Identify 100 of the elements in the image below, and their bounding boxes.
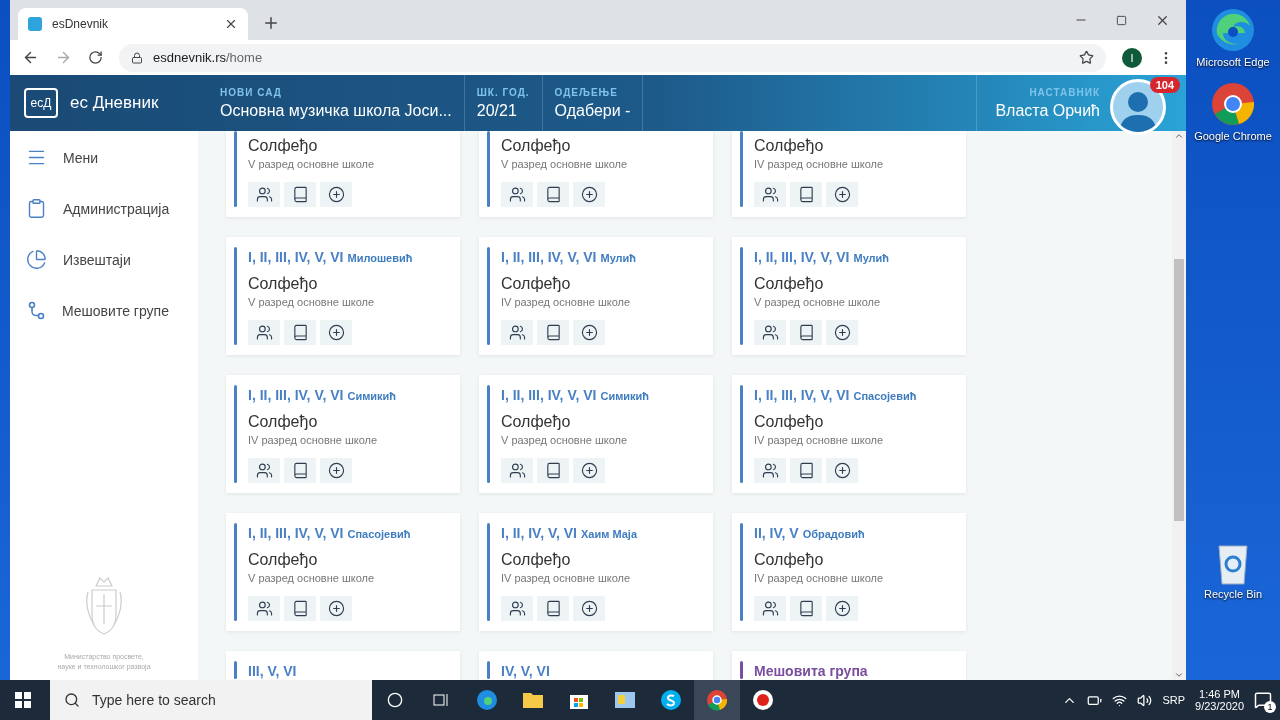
scroll-down-icon[interactable] xyxy=(1174,670,1184,680)
volume-icon[interactable] xyxy=(1137,692,1153,708)
subject-name: Солфеђо xyxy=(501,137,572,155)
gradebook-button[interactable] xyxy=(284,458,316,483)
add-button[interactable] xyxy=(826,182,858,207)
students-button[interactable] xyxy=(501,182,533,207)
students-button[interactable] xyxy=(754,458,786,483)
plus-circle-icon xyxy=(327,462,345,479)
book-icon xyxy=(544,462,562,479)
desktop-icon-label[interactable]: Google Chrome xyxy=(1194,130,1272,142)
students-button[interactable] xyxy=(754,320,786,345)
add-button[interactable] xyxy=(573,182,605,207)
students-button[interactable] xyxy=(501,458,533,483)
gradebook-button[interactable] xyxy=(790,320,822,345)
card-title: I, II, III, IV, V, VI xyxy=(248,249,344,265)
gradebook-button[interactable] xyxy=(537,182,569,207)
students-button[interactable] xyxy=(248,458,280,483)
gradebook-button[interactable] xyxy=(284,182,316,207)
new-tab-icon[interactable] xyxy=(262,14,280,32)
sidebar-item[interactable]: Администрација xyxy=(26,183,198,234)
add-button[interactable] xyxy=(573,458,605,483)
header-value: 20/21 xyxy=(476,101,518,120)
subject-name: Солфеђо xyxy=(248,413,319,431)
back-icon[interactable] xyxy=(22,49,39,66)
gradebook-button[interactable] xyxy=(284,596,316,621)
profile-avatar[interactable]: I xyxy=(1122,47,1142,68)
plus-circle-icon xyxy=(327,324,345,341)
subject-name: Солфеђо xyxy=(248,137,319,155)
subject-name: Солфеђо xyxy=(248,551,319,569)
grade-text: V разред основне школе xyxy=(501,158,629,170)
scroll-up-icon[interactable] xyxy=(1174,131,1184,141)
people-icon xyxy=(508,324,526,341)
header-label: НОВИ САД xyxy=(220,86,283,98)
grade-text: IV разред основне школе xyxy=(248,434,379,446)
gradebook-button[interactable] xyxy=(537,458,569,483)
taskbar-search-field[interactable]: Type here to search xyxy=(50,680,372,720)
book-icon xyxy=(797,600,815,617)
students-button[interactable] xyxy=(248,182,280,207)
teacher-name: Спасојевић xyxy=(853,390,917,402)
maximize-icon[interactable] xyxy=(1116,14,1127,26)
book-icon xyxy=(544,186,562,203)
subject-name: Солфеђо xyxy=(501,275,572,293)
plus-circle-icon xyxy=(327,186,345,203)
add-button[interactable] xyxy=(826,458,858,483)
students-button[interactable] xyxy=(501,320,533,345)
sidebar-item[interactable]: Мешовите групе xyxy=(26,285,198,336)
subject-name: Солфеђо xyxy=(501,413,572,431)
people-icon xyxy=(761,462,779,479)
gradebook-button[interactable] xyxy=(790,458,822,483)
gradebook-button[interactable] xyxy=(537,320,569,345)
desktop-icon-label[interactable]: Microsoft Edge xyxy=(1196,56,1270,68)
add-button[interactable] xyxy=(573,596,605,621)
notification-count: 1 xyxy=(1264,701,1276,713)
gradebook-button[interactable] xyxy=(790,596,822,621)
add-button[interactable] xyxy=(320,320,352,345)
bookmark-star-icon[interactable] xyxy=(1079,50,1094,65)
book-icon xyxy=(291,462,309,479)
students-button[interactable] xyxy=(754,182,786,207)
logo: есД xyxy=(24,88,58,118)
add-button[interactable] xyxy=(826,320,858,345)
add-button[interactable] xyxy=(573,320,605,345)
students-button[interactable] xyxy=(754,596,786,621)
gradebook-button[interactable] xyxy=(790,182,822,207)
scrollbar-thumb[interactable] xyxy=(1174,259,1184,521)
reload-icon[interactable] xyxy=(88,50,103,65)
students-button[interactable] xyxy=(501,596,533,621)
sidebar-item[interactable]: Извештаји xyxy=(26,234,198,285)
address-bar[interactable]: esdnevnik.rs/home xyxy=(119,43,1106,72)
brand-name: ес Дневник xyxy=(70,93,159,113)
card-title: I, II, III, IV, V, VI xyxy=(754,387,850,403)
grade-text: IV разред основне школе xyxy=(754,572,885,584)
chrome-taskbar-icon[interactable] xyxy=(694,680,740,720)
students-button[interactable] xyxy=(248,320,280,345)
teacher-name: Спасојевић xyxy=(347,528,411,540)
book-icon xyxy=(544,324,562,341)
clock-date[interactable]: 9/23/2020 xyxy=(1195,700,1244,712)
gradebook-button[interactable] xyxy=(537,596,569,621)
people-icon xyxy=(508,186,526,203)
book-icon xyxy=(291,186,309,203)
desktop-icon-label[interactable]: Recycle Bin xyxy=(1203,588,1263,600)
students-button[interactable] xyxy=(248,596,280,621)
site-icon xyxy=(28,17,42,31)
add-button[interactable] xyxy=(320,596,352,621)
gradebook-button[interactable] xyxy=(284,320,316,345)
close-tab-icon[interactable] xyxy=(224,17,238,31)
card-title: IV, V, VI xyxy=(501,663,550,679)
book-icon xyxy=(544,600,562,617)
clock-time[interactable]: 1:46 PM xyxy=(1199,688,1240,700)
book-icon xyxy=(291,600,309,617)
sidebar-item[interactable]: Мени xyxy=(26,132,198,183)
language-indicator[interactable]: SRP xyxy=(1162,694,1186,706)
wifi-icon[interactable] xyxy=(1112,692,1128,708)
grade-text: V разред основне школе xyxy=(501,434,629,446)
add-button[interactable] xyxy=(320,182,352,207)
card-title: I, II, III, IV, V, VI xyxy=(754,249,850,265)
add-button[interactable] xyxy=(826,596,858,621)
header-value[interactable]: Одабери - xyxy=(554,101,631,120)
add-button[interactable] xyxy=(320,458,352,483)
card-title: I, II, III, IV, V, VI xyxy=(501,249,597,265)
browser-tab[interactable]: esDnevnik xyxy=(18,8,248,40)
